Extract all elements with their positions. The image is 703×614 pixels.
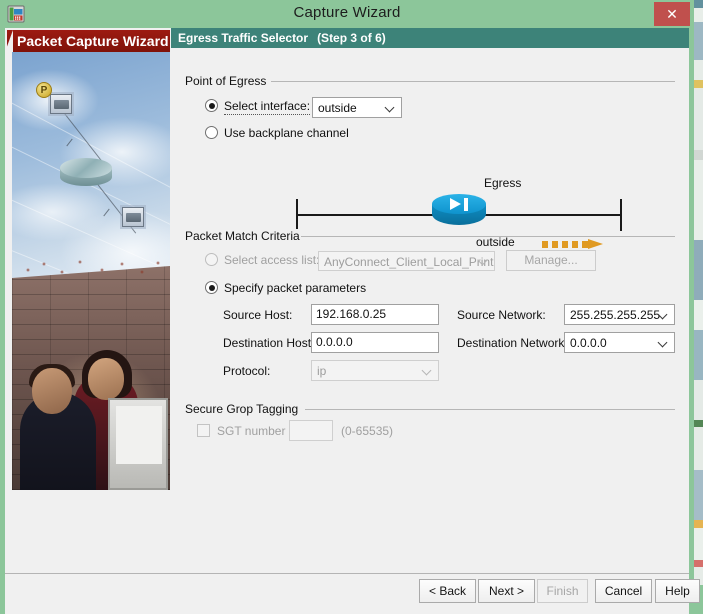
label-sgt-number: SGT number [217, 424, 285, 438]
interface-combo[interactable]: outside [312, 97, 402, 118]
label-select-interface[interactable]: Select interface: [224, 99, 310, 115]
point-of-egress-group-title: Point of Egress [183, 74, 270, 88]
group-divider [305, 409, 675, 410]
access-list-combo-value: AnyConnect_Client_Local_Print [324, 255, 493, 269]
label-specify-packet-parameters[interactable]: Specify packet parameters [224, 281, 366, 295]
back-button[interactable]: < Back [419, 579, 476, 603]
destination-network-combo-value: 0.0.0.0 [570, 336, 607, 350]
group-divider [271, 81, 675, 82]
chevron-down-icon [659, 338, 668, 347]
artwork-switch-node [50, 94, 72, 114]
wizard-sidebar: Packet Capture Wizard P [5, 28, 171, 573]
protocol-combo-value: ip [317, 364, 326, 378]
artwork-router-node [60, 158, 112, 192]
diagram-egress-label: Egress [484, 176, 521, 190]
packet-match-criteria-group: Packet Match Criteria Select access list… [179, 236, 683, 376]
wizard-footer: < Back Next > Finish Cancel Help [5, 574, 689, 614]
sgt-number-checkbox[interactable] [197, 424, 210, 437]
step-header-step: (Step 3 of 6) [317, 31, 386, 45]
chevron-down-icon [423, 366, 432, 375]
close-button[interactable]: ✕ [654, 2, 690, 26]
sgt-range-hint: (0-65535) [341, 424, 393, 438]
title-bar: Capture Wizard ✕ [0, 0, 694, 28]
packet-match-criteria-group-title: Packet Match Criteria [183, 229, 304, 243]
radio-specify-packet-parameters[interactable] [205, 281, 218, 294]
help-button[interactable]: Help [655, 579, 700, 603]
secure-group-tagging-group: Secure Grop Tagging SGT number (0-65535) [179, 409, 683, 449]
diagram-left-endpoint [296, 199, 298, 231]
group-divider [301, 236, 675, 237]
capture-wizard-window: Capture Wizard ✕ Packet Capture Wizard P [0, 0, 694, 585]
secure-group-tagging-group-title: Secure Grop Tagging [183, 402, 302, 416]
point-of-egress-group: Point of Egress Select interface: outsid… [179, 81, 683, 203]
source-host-input[interactable]: 192.168.0.25 [311, 304, 439, 325]
chevron-down-icon [479, 256, 488, 265]
interface-combo-value: outside [318, 101, 357, 115]
source-network-combo-value: 255.255.255.255 [570, 308, 660, 322]
next-button[interactable]: Next > [478, 579, 535, 603]
radio-select-interface[interactable] [205, 99, 218, 112]
cancel-button[interactable]: Cancel [595, 579, 652, 603]
source-network-combo[interactable]: 255.255.255.255 [564, 304, 675, 325]
label-destination-host: Destination Host: [223, 336, 314, 350]
radio-use-backplane-channel[interactable] [205, 126, 218, 139]
chevron-down-icon [386, 103, 395, 112]
step-header: Egress Traffic Selector (Step 3 of 6) [171, 28, 689, 48]
diagram-right-endpoint [620, 199, 622, 231]
label-select-access-list: Select access list: [224, 253, 319, 267]
finish-button: Finish [537, 579, 588, 603]
window-title: Capture Wizard [0, 4, 694, 21]
step-header-title: Egress Traffic Selector [178, 31, 308, 45]
label-destination-network: Destination Network: [457, 336, 568, 350]
label-source-host: Source Host: [223, 308, 292, 322]
artwork-node-badge: P [36, 82, 52, 98]
sidebar-artwork: P [12, 52, 170, 490]
radio-select-access-list[interactable] [205, 253, 218, 266]
destination-host-input[interactable]: 0.0.0.0 [311, 332, 439, 353]
access-list-combo[interactable]: AnyConnect_Client_Local_Print [318, 251, 495, 271]
artwork-people-photo [12, 332, 170, 490]
sgt-number-input[interactable] [289, 420, 333, 441]
artwork-branches [18, 258, 168, 288]
firewall-cylinder-icon [432, 194, 486, 236]
sidebar-banner-title: Packet Capture Wizard [7, 30, 170, 52]
chevron-down-icon [659, 310, 668, 319]
protocol-combo[interactable]: ip [311, 360, 439, 381]
label-use-backplane-channel[interactable]: Use backplane channel [224, 126, 349, 140]
artwork-switch-node [122, 207, 144, 227]
wizard-content-pane: Egress Traffic Selector (Step 3 of 6) Poi… [171, 28, 689, 573]
label-source-network: Source Network: [457, 308, 546, 322]
label-protocol: Protocol: [223, 364, 270, 378]
destination-network-combo[interactable]: 0.0.0.0 [564, 332, 675, 353]
manage-button[interactable]: Manage... [506, 250, 596, 271]
background-window-strip [694, 0, 703, 585]
dialog-client-area: Packet Capture Wizard P [5, 28, 689, 580]
